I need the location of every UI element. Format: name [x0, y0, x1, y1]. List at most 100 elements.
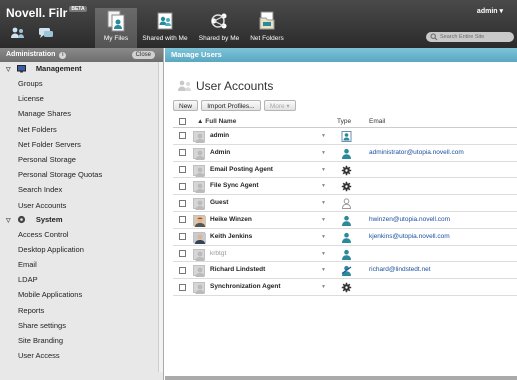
row-checkbox[interactable]	[179, 266, 186, 274]
table-row[interactable]: Heike Winzen ▼ hwinzen@utopia.novell.com	[173, 212, 517, 229]
row-menu-chevron-down-icon[interactable]: ▼	[321, 178, 326, 195]
user-name-link[interactable]: Heike Winzen	[210, 212, 252, 229]
sidebar-item-desktop-application[interactable]: Desktop Application	[0, 242, 163, 257]
user-name-link[interactable]: File Sync Agent	[210, 178, 259, 195]
sidebar-item-ldap[interactable]: LDAP	[0, 272, 163, 287]
table-row[interactable]: Admin ▼ administrator@utopia.novell.com	[173, 145, 517, 162]
sidebar-item-license[interactable]: License	[0, 91, 163, 106]
nav-net-folders[interactable]: Net Folders	[247, 8, 287, 48]
user-name-link[interactable]: Synchronization Agent	[210, 279, 281, 296]
row-menu-chevron-down-icon[interactable]: ▼	[321, 162, 326, 179]
table-row[interactable]: Guest ▼	[173, 195, 517, 212]
select-all-checkbox[interactable]	[179, 118, 186, 125]
collapse-triangle-icon[interactable]: ▽	[6, 218, 11, 224]
info-icon[interactable]: i	[59, 52, 67, 59]
user-name-link[interactable]: admin	[210, 128, 229, 145]
email-link[interactable]: administrator@utopia.novell.com	[369, 145, 464, 162]
chat-icon[interactable]	[38, 27, 54, 39]
external-user-icon	[341, 265, 352, 277]
sidebar-item-user-accounts[interactable]: User Accounts	[0, 198, 163, 213]
email-link[interactable]: hwinzen@utopia.novell.com	[369, 212, 450, 229]
admin-sidebar: Administration i Close ▽ Management Grou…	[0, 48, 164, 380]
table-row[interactable]: File Sync Agent ▼	[173, 178, 517, 196]
user-name-link[interactable]: Admin	[210, 145, 230, 162]
row-menu-chevron-down-icon[interactable]: ▼	[321, 279, 326, 296]
collapse-triangle-icon[interactable]: ▽	[6, 67, 11, 73]
new-button[interactable]: New	[173, 100, 199, 111]
users-table: ▲ Full Name Type Email admin ▼ Admin ▼ admin…	[173, 116, 517, 296]
section-system[interactable]: ▽ System	[0, 213, 163, 227]
nav-my-files[interactable]: My Files	[95, 8, 137, 48]
avatar	[193, 214, 206, 227]
people-icon[interactable]	[10, 27, 26, 39]
column-header-type[interactable]: Type	[337, 116, 351, 128]
row-menu-chevron-down-icon[interactable]: ▼	[321, 212, 326, 229]
row-checkbox[interactable]	[179, 216, 186, 224]
sidebar-item-access-control[interactable]: Access Control	[0, 227, 163, 242]
user-name-link[interactable]: Keith Jenkins	[210, 229, 252, 246]
row-menu-chevron-down-icon[interactable]: ▼	[321, 246, 326, 263]
row-menu-chevron-down-icon[interactable]: ▼	[321, 229, 326, 246]
avatar	[193, 181, 205, 194]
nav-label: Shared by Me	[198, 35, 240, 42]
row-checkbox[interactable]	[179, 132, 186, 140]
sidebar-item-net-folders[interactable]: Net Folders	[0, 122, 163, 137]
nav-label: Shared with Me	[142, 35, 188, 42]
sidebar-item-search-index[interactable]: Search Index	[0, 182, 163, 197]
avatar	[193, 198, 205, 211]
sidebar-item-personal-storage-quotas[interactable]: Personal Storage Quotas	[0, 167, 163, 182]
nav-shared-with-me[interactable]: Shared with Me	[141, 8, 189, 48]
more-button[interactable]: More ▾	[263, 100, 296, 111]
table-row[interactable]: Richard Lindstedt ▼ richard@lindstedt.net	[173, 262, 517, 280]
sidebar-item-user-access[interactable]: User Access	[0, 348, 163, 363]
sidebar-item-personal-storage[interactable]: Personal Storage	[0, 152, 163, 167]
table-header: ▲ Full Name Type Email	[173, 116, 517, 128]
import-profiles-button[interactable]: Import Profiles...	[201, 100, 261, 111]
table-row[interactable]: Synchronization Agent ▼	[173, 279, 517, 296]
user-name-link[interactable]: Email Posting Agent	[210, 162, 273, 179]
user-menu[interactable]: admin ▾	[477, 7, 503, 15]
row-checkbox[interactable]	[179, 149, 186, 157]
user-name-link[interactable]: Guest	[210, 195, 228, 212]
sidebar-item-site-branding[interactable]: Site Branding	[0, 333, 163, 348]
sidebar-scrollbar[interactable]	[158, 62, 163, 372]
sidebar-item-email[interactable]: Email	[0, 257, 163, 272]
page-title: User Accounts	[196, 79, 274, 93]
sidebar-item-share-settings[interactable]: Share settings	[0, 318, 163, 333]
row-checkbox[interactable]	[179, 233, 186, 241]
row-menu-chevron-down-icon[interactable]: ▼	[321, 262, 326, 279]
row-checkbox[interactable]	[179, 182, 186, 190]
shared-by-me-icon	[211, 13, 227, 29]
user-name-link[interactable]: krbtgt	[210, 246, 226, 263]
email-link[interactable]: kjenkins@utopia.novell.com	[369, 229, 450, 246]
table-row[interactable]: Email Posting Agent ▼	[173, 162, 517, 179]
user-name-link[interactable]: Richard Lindstedt	[210, 262, 265, 279]
table-row[interactable]: Keith Jenkins ▼ kjenkins@utopia.novell.com	[173, 229, 517, 246]
sidebar-item-groups[interactable]: Groups	[0, 76, 163, 91]
column-header-name[interactable]: ▲ Full Name	[197, 116, 236, 128]
close-button[interactable]: Close	[131, 51, 155, 59]
user-icon	[341, 148, 352, 159]
sidebar-item-manage-shares[interactable]: Manage Shares	[0, 106, 163, 121]
search-input[interactable]: Search Entire Site	[426, 32, 514, 42]
table-row[interactable]: krbtgt ▼	[173, 246, 517, 263]
row-checkbox[interactable]	[179, 165, 186, 173]
sidebar-item-net-folder-servers[interactable]: Net Folder Servers	[0, 137, 163, 152]
row-menu-chevron-down-icon[interactable]: ▼	[321, 128, 326, 145]
toolbar: New Import Profiles... More ▾	[173, 100, 297, 112]
nav-label: Net Folders	[250, 35, 284, 42]
nav-label: My Files	[103, 35, 129, 42]
nav-shared-by-me[interactable]: Shared by Me	[196, 8, 242, 48]
row-checkbox[interactable]	[179, 283, 186, 291]
row-menu-chevron-down-icon[interactable]: ▼	[321, 195, 326, 212]
row-checkbox[interactable]	[179, 249, 186, 257]
sidebar-item-mobile-applications[interactable]: Mobile Applications	[0, 287, 163, 302]
section-management[interactable]: ▽ Management	[0, 62, 163, 76]
column-header-email[interactable]: Email	[369, 116, 385, 128]
row-menu-chevron-down-icon[interactable]: ▼	[321, 145, 326, 162]
sidebar-item-reports[interactable]: Reports	[0, 303, 163, 318]
email-link[interactable]: richard@lindstedt.net	[369, 262, 431, 279]
row-checkbox[interactable]	[179, 199, 186, 207]
user-icon	[341, 232, 352, 243]
table-row[interactable]: admin ▼	[173, 128, 517, 145]
